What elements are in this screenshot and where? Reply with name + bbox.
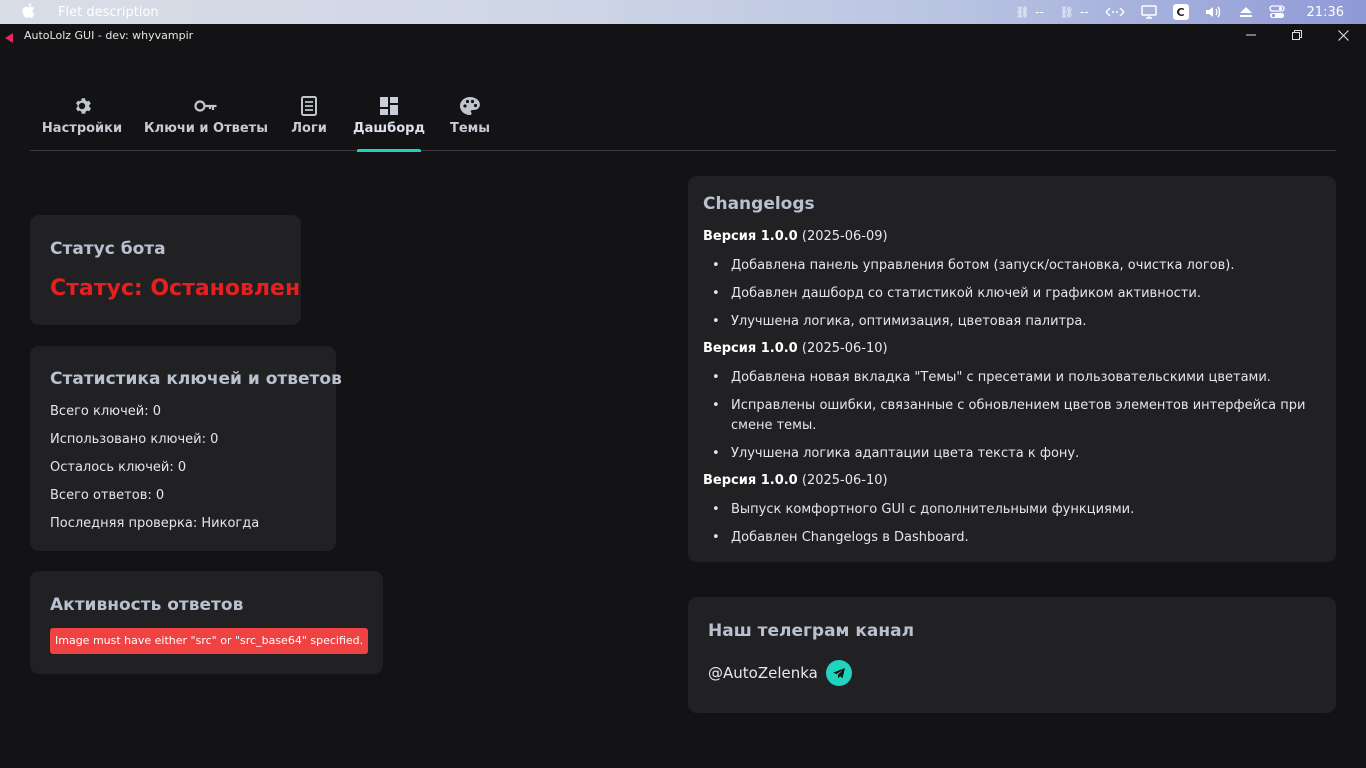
changelog-item: • Улучшена логика адаптации цвета текста … [703,444,1313,464]
answer-activity-card: Активность ответов Image must have eithe… [30,571,383,674]
control-center-icon[interactable] [1261,0,1293,24]
changelog-item: • Добавлен Changelogs в Dashboard. [703,528,1313,548]
changelog-item-text: Выпуск комфортного GUI с дополнительными… [731,502,1135,517]
version-date: (2025-06-10) [797,473,888,488]
system-menubar: Flet description ⛓ -- ⛓ -- C 21:36 [0,0,1366,24]
stat-remaining-keys: Осталось ключей: 0 [50,460,187,475]
volume-icon[interactable] [1197,0,1231,24]
link-icon: ⛓ [1059,5,1074,19]
restore-button[interactable] [1274,24,1320,46]
tab-themes-label: Темы [449,121,491,136]
minimize-button[interactable] [1228,24,1274,46]
stat-total-answers: Всего ответов: 0 [50,488,165,503]
key-icon [194,88,218,116]
changelog-item-text: Добавлена новая вкладка "Темы" с пресета… [731,370,1271,385]
changelog-item-text: Улучшена логика адаптации цвета текста к… [731,446,1080,461]
changelog-version-header: Версия 1.0.0 (2025-06-09) [703,228,1313,256]
active-tab-indicator [357,149,421,152]
tab-keys-answers[interactable]: Ключи и Ответы [144,88,268,151]
version-date: (2025-06-10) [797,341,888,356]
tab-dashboard[interactable]: Дашборд [353,88,425,152]
display-icon[interactable] [1133,0,1165,24]
bullet: • [712,314,720,329]
telegram-title: Наш телеграм канал [708,621,915,641]
stat-last-check: Последняя проверка: Никогда [50,516,260,531]
stat-used-keys: Использовано ключей: 0 [50,432,219,447]
window-controls [1228,24,1366,46]
tab-keys-answers-label: Ключи и Ответы [144,121,268,136]
tray-status-2-text: -- [1079,5,1089,19]
changelog-version-header: Версия 1.0.0 (2025-06-10) [703,472,1313,500]
palette-icon [459,88,481,116]
app-logo-icon [4,29,16,43]
tab-settings[interactable]: Настройки [42,88,122,151]
log-icon [300,88,318,116]
tab-themes[interactable]: Темы [449,88,491,151]
c-app-icon[interactable]: C [1165,0,1197,24]
bot-status-card: Статус бота Статус: Остановлен [30,215,301,325]
menubar-tray: ⛓ -- ⛓ -- C 21:36 [1007,0,1366,24]
stat-total-keys: Всего ключей: 0 [50,404,161,419]
telegram-icon[interactable] [825,660,852,686]
version-date: (2025-06-09) [797,229,888,244]
changelog-item-text: Исправлены ошибки, связанные с обновлени… [731,398,1306,433]
bot-status-title: Статус бота [50,239,166,259]
version-label: Версия 1.0.0 [703,229,798,244]
bullet: • [712,370,720,385]
answer-activity-title: Активность ответов [50,595,244,615]
dashboard-icon [379,88,399,116]
telegram-link[interactable]: @AutoZelenka [708,660,852,686]
eject-icon[interactable] [1231,0,1261,24]
tab-logs[interactable]: Логи [291,88,327,151]
changelog-item: • Добавлена новая вкладка "Темы" с пресет… [703,368,1313,388]
apple-menu-icon[interactable] [22,2,40,22]
telegram-card: Наш телеграм канал @AutoZelenka [688,597,1336,713]
changelog-item-text: Улучшена логика, оптимизация, цветовая п… [731,314,1087,329]
changelog-item: • Добавлен дашборд со статистикой ключей … [703,284,1313,304]
changelog-item-text: Добавлен Changelogs в Dashboard. [731,530,969,545]
key-stats-list: Всего ключей: 0 Использовано ключей: 0 О… [50,403,259,543]
changelog-item-text: Добавлен дашборд со статистикой ключей и… [731,286,1201,301]
telegram-handle[interactable]: @AutoZelenka [708,664,818,682]
changelog-card: Changelogs Версия 1.0.0 (2025-06-09) • До… [688,176,1336,562]
changelog-title: Changelogs [703,194,815,214]
version-label: Версия 1.0.0 [703,473,798,488]
link-icon: ⛓ [1015,5,1030,19]
key-stats-card: Статистика ключей и ответов Всего ключей… [30,346,342,551]
bullet: • [712,398,720,413]
tray-status-1-text: -- [1035,5,1044,19]
changelog-version-header: Версия 1.0.0 (2025-06-10) [703,340,1313,368]
gear-icon [72,88,92,116]
key-stats-title: Статистика ключей и ответов [50,369,342,389]
bot-status-value: Статус: Остановлен [50,276,301,301]
image-error-message: Image must have either "src" or "src_bas… [50,628,369,654]
changelog-item: • Выпуск комфортного GUI с дополнительным… [703,500,1313,520]
close-button[interactable] [1320,24,1366,46]
changelog-item: • Исправлены ошибки, связанные с обновлен… [703,396,1313,436]
menubar-app-name[interactable]: Flet description [58,5,159,20]
tray-status-2[interactable]: ⛓ -- [1052,0,1097,24]
network-arrows-icon[interactable] [1097,0,1133,24]
main-tabs: Настройки Ключи и Ответы Логи Дашборд Те… [30,88,1336,152]
tray-status-1[interactable]: ⛓ -- [1007,0,1052,24]
changelog-body: Версия 1.0.0 (2025-06-09) • Добавлена пан… [703,228,1313,556]
tab-settings-label: Настройки [41,121,123,136]
menubar-clock[interactable]: 21:36 [1293,0,1366,24]
c-app-label: C [1172,4,1189,20]
tab-dashboard-label: Дашборд [353,121,425,136]
changelog-item-text: Добавлена панель управления ботом (запус… [731,258,1235,273]
changelog-item: • Добавлена панель управления ботом (запу… [703,256,1313,276]
window-titlebar: AutoLolz GUI - dev: whyvampir [0,24,1366,46]
bullet: • [712,530,720,545]
tab-logs-label: Логи [291,121,327,136]
bullet: • [712,286,720,301]
changelog-item: • Улучшена логика, оптимизация, цветовая … [703,312,1313,332]
bullet: • [712,258,720,273]
window-title: AutoLolz GUI - dev: whyvampir [24,28,194,42]
bullet: • [712,502,720,517]
version-label: Версия 1.0.0 [703,341,798,356]
bullet: • [712,446,720,461]
